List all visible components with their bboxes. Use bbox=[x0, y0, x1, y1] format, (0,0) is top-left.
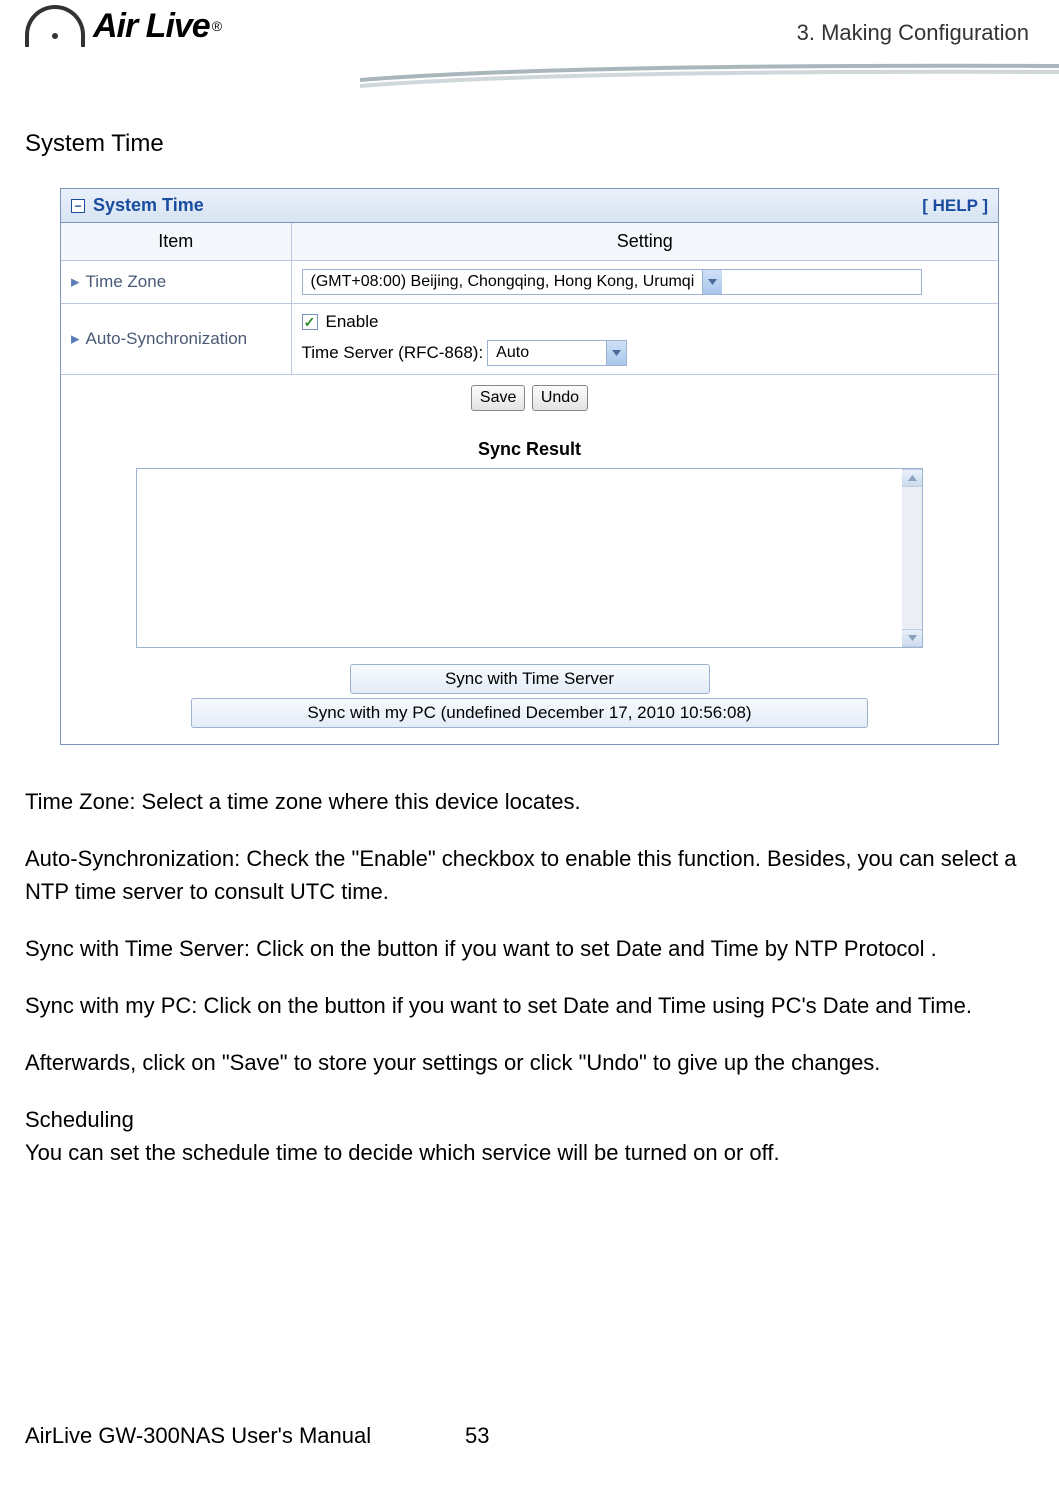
save-undo-row: Save Undo bbox=[61, 375, 998, 421]
help-link[interactable]: [ HELP ] bbox=[922, 196, 988, 216]
description-text: Time Zone: Select a time zone where this… bbox=[25, 785, 1034, 1169]
scheduling-desc: You can set the schedule time to decide … bbox=[25, 1140, 780, 1165]
logo-arc-icon bbox=[25, 5, 85, 47]
section-heading: System Time bbox=[25, 130, 1059, 158]
sync-result-box bbox=[136, 468, 923, 648]
footer-manual: AirLive GW-300NAS User's Manual bbox=[25, 1423, 465, 1449]
chapter-title: 3. Making Configuration bbox=[797, 20, 1029, 46]
config-table: Item Setting ▸ Time Zone (GMT+08:00) Beij… bbox=[61, 223, 998, 375]
page-number: 53 bbox=[465, 1423, 489, 1449]
col-item: Item bbox=[61, 223, 291, 261]
undo-button[interactable]: Undo bbox=[532, 385, 588, 411]
sync-result-title: Sync Result bbox=[61, 421, 998, 468]
enable-checkbox[interactable]: ✓ bbox=[302, 314, 318, 330]
row-timezone: ▸ Time Zone (GMT+08:00) Beijing, Chongqin… bbox=[61, 261, 998, 304]
sync-time-server-button[interactable]: Sync with Time Server bbox=[350, 664, 710, 694]
panel-title-text: System Time bbox=[93, 195, 204, 216]
chevron-down-icon bbox=[606, 341, 626, 365]
timezone-value: (GMT+08:00) Beijing, Chongqing, Hong Kon… bbox=[303, 273, 703, 291]
scroll-down-icon[interactable] bbox=[902, 629, 922, 647]
logo-text: Air Live bbox=[93, 7, 210, 46]
time-server-value: Auto bbox=[488, 344, 606, 362]
collapse-icon[interactable]: − bbox=[71, 199, 85, 213]
panel-header: − System Time [ HELP ] bbox=[61, 189, 998, 223]
timezone-label: Time Zone bbox=[86, 272, 167, 291]
scroll-up-icon[interactable] bbox=[902, 469, 922, 487]
page-footer: AirLive GW-300NAS User's Manual 53 bbox=[25, 1423, 1034, 1449]
desc-sync-pc: Sync with my PC: Click on the button if … bbox=[25, 989, 1034, 1022]
timezone-dropdown[interactable]: (GMT+08:00) Beijing, Chongqing, Hong Kon… bbox=[302, 269, 922, 295]
system-time-panel: − System Time [ HELP ] Item Setting ▸ Tim… bbox=[60, 188, 999, 745]
sync-pc-button[interactable]: Sync with my PC (undefined December 17, … bbox=[191, 698, 868, 728]
sync-result-text bbox=[137, 469, 902, 647]
scheduling-heading: Scheduling bbox=[25, 1107, 134, 1132]
desc-autosync: Auto-Synchronization: Check the "Enable"… bbox=[25, 842, 1034, 908]
airlive-logo: Air Live ® bbox=[25, 5, 222, 47]
desc-timezone: Time Zone: Select a time zone where this… bbox=[25, 785, 1034, 818]
row-marker-icon: ▸ bbox=[71, 329, 80, 348]
row-autosync: ▸ Auto-Synchronization ✓ Enable Time Serv… bbox=[61, 304, 998, 375]
col-setting: Setting bbox=[291, 223, 998, 261]
time-server-dropdown[interactable]: Auto bbox=[487, 340, 627, 366]
desc-sync-server: Sync with Time Server: Click on the butt… bbox=[25, 932, 1034, 965]
scrollbar[interactable] bbox=[902, 469, 922, 647]
autosync-label: Auto-Synchronization bbox=[86, 329, 248, 348]
decorative-swoosh bbox=[360, 60, 1059, 90]
desc-save: Afterwards, click on "Save" to store you… bbox=[25, 1046, 1034, 1079]
save-button[interactable]: Save bbox=[471, 385, 525, 411]
registered-mark: ® bbox=[212, 18, 222, 34]
row-marker-icon: ▸ bbox=[71, 272, 80, 291]
chevron-down-icon bbox=[702, 270, 722, 294]
time-server-label: Time Server (RFC-868): bbox=[302, 343, 484, 363]
enable-label: Enable bbox=[326, 312, 379, 332]
